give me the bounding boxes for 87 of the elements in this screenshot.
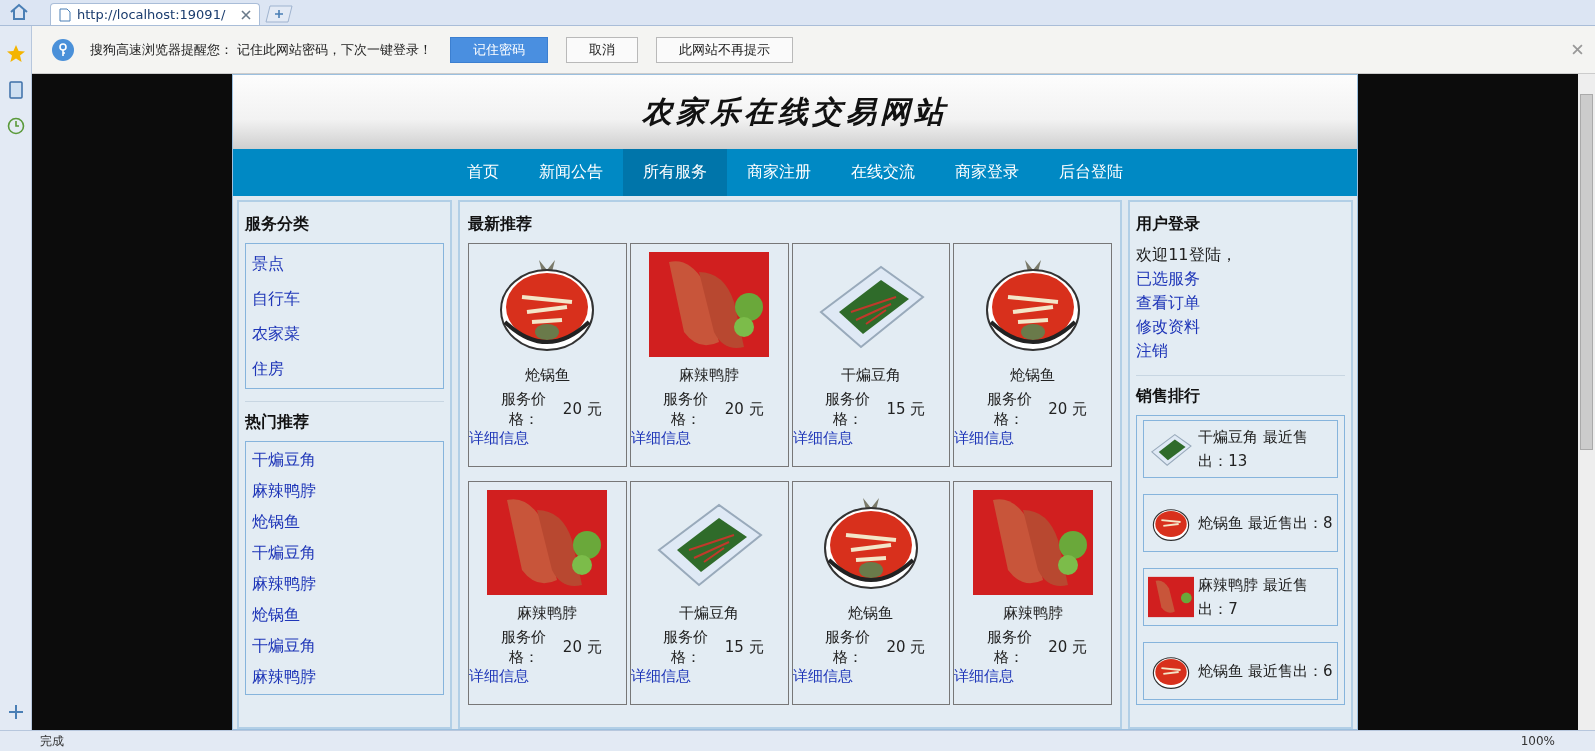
notice-button[interactable]: 取消	[566, 36, 639, 63]
price-value: 20 元	[562, 399, 602, 419]
price-label: 服务价格：	[662, 627, 710, 667]
price-value: 20 元	[562, 637, 602, 657]
product-name: 炝锅鱼	[524, 366, 570, 385]
browser-tab[interactable]: http://localhost:19091/	[50, 3, 260, 25]
ranking-item[interactable]: 麻辣鸭脖 最近售出：7	[1143, 568, 1338, 626]
price-value: 15 元	[886, 399, 926, 419]
nav-item[interactable]: 商家注册	[727, 149, 831, 196]
category-link[interactable]: 住房	[252, 351, 437, 386]
key-icon	[52, 38, 74, 61]
product-name: 炝锅鱼	[1010, 366, 1056, 385]
price-value: 20 元	[1048, 637, 1088, 657]
price-label: 服务价格：	[500, 627, 548, 667]
hot-item-link[interactable]: 麻辣鸭脖	[252, 475, 437, 506]
category-link[interactable]: 景点	[252, 246, 437, 281]
category-link[interactable]: 自行车	[252, 281, 437, 316]
hot-item-link[interactable]: 干煸豆角	[252, 630, 437, 661]
details-link[interactable]: 详细信息	[468, 429, 529, 448]
product-name: 干煸豆角	[679, 604, 740, 623]
section-title: 销售排行	[1136, 385, 1202, 407]
clock-icon[interactable]	[5, 116, 26, 136]
user-link[interactable]: 注销	[1136, 339, 1345, 363]
ranking-text: 麻辣鸭脖 最近售出：7	[1198, 575, 1309, 620]
details-link[interactable]: 详细信息	[954, 429, 1015, 448]
section-title: 用户登录	[1136, 213, 1202, 235]
ranking-item[interactable]: 炝锅鱼 最近售出：6	[1143, 642, 1338, 700]
notice-button[interactable]: 此网站不再提示	[656, 36, 794, 63]
details-link[interactable]: 详细信息	[630, 429, 691, 448]
duck-neck-drawing	[1148, 575, 1195, 619]
nav-item[interactable]: 后台登陆	[1039, 149, 1143, 196]
hot-item-link[interactable]: 麻辣鸭脖	[252, 568, 437, 599]
nav-item[interactable]: 所有服务	[623, 149, 727, 196]
new-tab-icon[interactable]	[264, 5, 294, 23]
price-label: 服务价格：	[824, 627, 871, 667]
product-name: 麻辣鸭脖	[517, 604, 578, 623]
hot-item-link[interactable]: 炝锅鱼	[252, 599, 437, 630]
price-value: 20 元	[724, 399, 764, 419]
zoom-level[interactable]: 100%	[1520, 734, 1555, 748]
price-label: 服务价格：	[985, 389, 1033, 429]
section-title: 热门推荐	[245, 411, 310, 433]
price-value: 20 元	[1048, 399, 1088, 419]
page-icon	[59, 7, 71, 22]
details-link[interactable]: 详细信息	[792, 429, 853, 448]
site-title: 农家乐在线交易网站	[642, 92, 948, 131]
user-link[interactable]: 已选服务	[1136, 267, 1345, 291]
ranking-item[interactable]: 干煸豆角 最近售出：13	[1143, 420, 1338, 478]
hot-item-link[interactable]: 炝锅鱼	[252, 506, 437, 537]
nav-item[interactable]: 新闻公告	[519, 149, 623, 196]
user-link[interactable]: 查看订单	[1136, 291, 1345, 315]
hot-item-link[interactable]: 干煸豆角	[252, 537, 437, 568]
details-link[interactable]: 详细信息	[954, 667, 1015, 686]
status-text: 完成	[40, 732, 64, 750]
product-name: 干煸豆角	[840, 366, 901, 385]
ranking-text: 炝锅鱼 最近售出：6	[1198, 661, 1333, 682]
price-label: 服务价格：	[824, 389, 871, 429]
close-icon[interactable]	[1572, 44, 1583, 55]
notice-text: 搜狗高速浏览器提醒您： 记住此网站密码，下次一键登录！	[90, 40, 433, 59]
category-link[interactable]: 农家菜	[252, 316, 437, 351]
hot-item-link[interactable]: 干煸豆角	[252, 444, 437, 475]
product-name: 炝锅鱼	[848, 604, 894, 623]
welcome-text: 欢迎11登陆，	[1136, 244, 1238, 266]
product-name: 麻辣鸭脖	[1002, 604, 1063, 623]
scrollbar[interactable]	[1578, 74, 1595, 730]
details-link[interactable]: 详细信息	[468, 667, 529, 686]
home-icon[interactable]	[8, 3, 30, 21]
nav-item[interactable]: 商家登录	[935, 149, 1039, 196]
price-label: 服务价格：	[500, 389, 548, 429]
price-value: 20 元	[886, 637, 926, 657]
tab-title: http://localhost:19091/	[77, 7, 227, 22]
details-link[interactable]: 详细信息	[630, 667, 691, 686]
ranking-item[interactable]: 炝锅鱼 最近售出：8	[1143, 494, 1338, 552]
nav-item[interactable]: 首页	[447, 149, 519, 196]
star-icon[interactable]	[5, 44, 26, 64]
nav-item[interactable]: 在线交流	[831, 149, 935, 196]
section-title: 服务分类	[245, 213, 310, 235]
details-link[interactable]: 详细信息	[792, 667, 853, 686]
price-value: 15 元	[724, 637, 764, 657]
close-icon[interactable]	[241, 9, 251, 20]
ranking-text: 干煸豆角 最近售出：13	[1198, 427, 1309, 472]
user-link[interactable]: 修改资料	[1136, 315, 1345, 339]
ranking-text: 炝锅鱼 最近售出：8	[1198, 513, 1333, 534]
hot-item-link[interactable]: 麻辣鸭脖	[252, 661, 437, 692]
price-label: 服务价格：	[662, 389, 710, 429]
price-label: 服务价格：	[985, 627, 1033, 667]
section-title: 最新推荐	[467, 213, 533, 235]
product-name: 麻辣鸭脖	[679, 366, 740, 385]
